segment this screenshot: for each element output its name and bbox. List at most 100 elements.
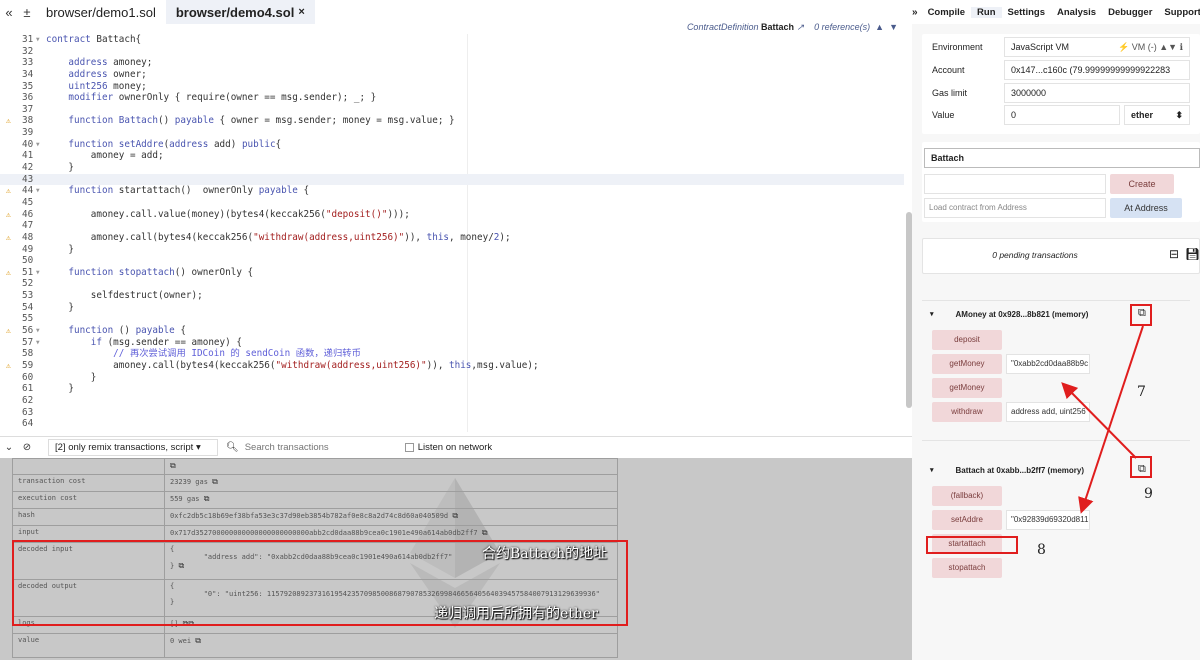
code-line[interactable]: 40 ▾ function setAddre(address add) publi…: [0, 139, 904, 151]
code-line[interactable]: 32: [0, 46, 904, 58]
copy-icon[interactable]: ⧉: [170, 461, 176, 470]
copy-icon[interactable]: ⧉: [204, 494, 210, 503]
code-line[interactable]: 37: [0, 104, 904, 116]
chevron-up-icon[interactable]: ▲: [875, 22, 884, 32]
warning-icon[interactable]: ⚠: [6, 115, 11, 127]
code-line[interactable]: ⚠ 51 ▾ function stopattach() ownerOnly {: [0, 267, 904, 279]
amoney-fn-button-getMoney[interactable]: getMoney: [932, 378, 1002, 398]
chevron-down-icon[interactable]: ▾: [930, 466, 934, 474]
code-line[interactable]: 62: [0, 395, 904, 407]
save-icon[interactable]: 💾︎: [1185, 247, 1200, 261]
warning-icon[interactable]: ⚠: [6, 360, 11, 372]
tab-support[interactable]: Support: [1158, 7, 1200, 18]
code-line[interactable]: ⚠ 59 amoney.call(bytes4(keccak256("withdr…: [0, 360, 904, 372]
battach-fn-button-stopattach[interactable]: stopattach: [932, 558, 1002, 578]
clear-console-icon[interactable]: ⊘: [18, 442, 36, 453]
tab-run[interactable]: Run: [971, 6, 1002, 18]
gaslimit-input[interactable]: 3000000: [1004, 83, 1190, 103]
environment-select[interactable]: JavaScript VM ⚡ VM (-) ▲▼ ℹ: [1004, 37, 1190, 57]
code-line[interactable]: 41 amoney = add;: [0, 150, 904, 162]
code-line[interactable]: ⚠ 38 function Battach() payable { owner =…: [0, 115, 904, 127]
code-line[interactable]: 54 }: [0, 302, 904, 314]
line-number: 35: [22, 80, 34, 92]
tab-demo1[interactable]: browser/demo1.sol: [36, 0, 166, 24]
copy-icon[interactable]: ⧉: [212, 477, 218, 486]
amoney-fn-button-deposit[interactable]: deposit: [932, 330, 1002, 350]
fold-icon[interactable]: ▾: [35, 185, 41, 197]
code-line[interactable]: 53 selfdestruct(owner);: [0, 290, 904, 302]
contract-select[interactable]: Battach: [924, 148, 1200, 168]
copy-icon[interactable]: ⧉: [482, 528, 488, 537]
listen-network-checkbox[interactable]: [404, 443, 414, 452]
code-line[interactable]: 49 }: [0, 244, 904, 256]
tab-compile[interactable]: Compile: [922, 7, 971, 18]
code-line[interactable]: 43: [0, 173, 904, 186]
code-line[interactable]: 55: [0, 313, 904, 325]
transaction-filter-select[interactable]: [2] only remix transactions, script ▾: [48, 439, 218, 456]
code-line[interactable]: 36 modifier ownerOnly { require(owner ==…: [0, 92, 904, 104]
copy-icon[interactable]: ⧉: [195, 636, 201, 645]
warning-icon[interactable]: ⚠: [6, 209, 11, 221]
value-unit-select[interactable]: ether ⬍: [1124, 105, 1190, 125]
fold-icon[interactable]: ▾: [35, 267, 41, 279]
constructor-input[interactable]: [924, 174, 1106, 194]
code-editor[interactable]: 31 ▾ contract Battach{32 33 address amoney;…: [0, 34, 904, 432]
code-line[interactable]: ⚠ 46 amoney.call.value(money)(bytes4(kecc…: [0, 209, 904, 221]
search-transactions-input[interactable]: [244, 442, 385, 453]
code-line[interactable]: 45: [0, 197, 904, 209]
amoney-fn-button-withdraw[interactable]: withdraw: [932, 402, 1002, 422]
close-icon[interactable]: ×: [298, 6, 304, 18]
code-line[interactable]: ⚠ 44 ▾ function startattach() ownerOnly pa…: [0, 185, 904, 197]
code-line[interactable]: 42 }: [0, 162, 904, 174]
account-select[interactable]: 0x147...c160c (79.99999999999922283: [1004, 60, 1190, 80]
code-line[interactable]: 39: [0, 127, 904, 139]
fold-icon[interactable]: ▾: [35, 337, 41, 349]
collapse-panel-icon[interactable]: »: [912, 7, 922, 18]
goto-definition-icon[interactable]: ↗: [797, 22, 805, 32]
code-line[interactable]: 64: [0, 418, 904, 430]
code-line[interactable]: 52: [0, 278, 904, 290]
copy-icon[interactable]: ⧉: [452, 511, 458, 520]
warning-icon[interactable]: ⚠: [6, 325, 11, 337]
code-text: }: [46, 162, 74, 174]
clear-pending-icon[interactable]: ⊟: [1169, 247, 1179, 261]
warning-icon[interactable]: ⚠: [6, 267, 11, 279]
amoney-fn-input[interactable]: "0xabb2cd0daa88b9c: [1006, 354, 1090, 374]
tab-demo4[interactable]: browser/demo4.sol ×: [165, 0, 315, 24]
new-file-icon[interactable]: ±: [18, 5, 36, 20]
code-line[interactable]: 60 }: [0, 372, 904, 384]
value-input[interactable]: 0: [1004, 105, 1120, 125]
code-line[interactable]: ⚠ 56 ▾ function () payable {: [0, 325, 904, 337]
battach-fn-input[interactable]: "0x92839d69320d811: [1006, 510, 1090, 530]
battach-fn-button-fallback[interactable]: (fallback): [932, 486, 1002, 506]
code-line[interactable]: 34 address owner;: [0, 69, 904, 81]
create-button[interactable]: Create: [1110, 174, 1174, 194]
fold-icon[interactable]: ▾: [35, 325, 41, 337]
code-line[interactable]: ⚠ 48 amoney.call(bytes4(keccak256("withdr…: [0, 232, 904, 244]
chevron-down-icon[interactable]: ▾: [930, 310, 934, 318]
load-address-input[interactable]: Load contract from Address: [924, 198, 1106, 218]
warning-icon[interactable]: ⚠: [6, 185, 11, 197]
chevron-down-icon[interactable]: ▼: [889, 22, 898, 32]
code-line[interactable]: 35 uint256 money;: [0, 81, 904, 93]
tab-settings[interactable]: Settings: [1002, 7, 1051, 18]
fold-icon[interactable]: ▾: [35, 34, 41, 46]
code-line[interactable]: 58 // 再次尝试调用 IDCoin 的 sendCoin 函数，递归转币: [0, 348, 904, 360]
code-line[interactable]: 50: [0, 255, 904, 267]
tab-debugger[interactable]: Debugger: [1102, 7, 1158, 18]
code-line[interactable]: 57 ▾ if (msg.sender == amoney) {: [0, 337, 904, 349]
amoney-fn-input[interactable]: address add, uint256: [1006, 402, 1090, 422]
battach-fn-button-setAddre[interactable]: setAddre: [932, 510, 1002, 530]
scroll-left-icon[interactable]: «: [0, 5, 18, 20]
collapse-terminal-icon[interactable]: ⌄: [0, 442, 18, 453]
code-line[interactable]: 31 ▾ contract Battach{: [0, 34, 904, 46]
fold-icon[interactable]: ▾: [35, 139, 41, 151]
code-line[interactable]: 61 }: [0, 383, 904, 395]
code-line[interactable]: 63: [0, 407, 904, 419]
tab-analysis[interactable]: Analysis: [1051, 7, 1102, 18]
warning-icon[interactable]: ⚠: [6, 232, 11, 244]
code-line[interactable]: 47: [0, 220, 904, 232]
amoney-fn-button-getMoney[interactable]: getMoney: [932, 354, 1002, 374]
at-address-button[interactable]: At Address: [1110, 198, 1182, 218]
code-line[interactable]: 33 address amoney;: [0, 57, 904, 69]
